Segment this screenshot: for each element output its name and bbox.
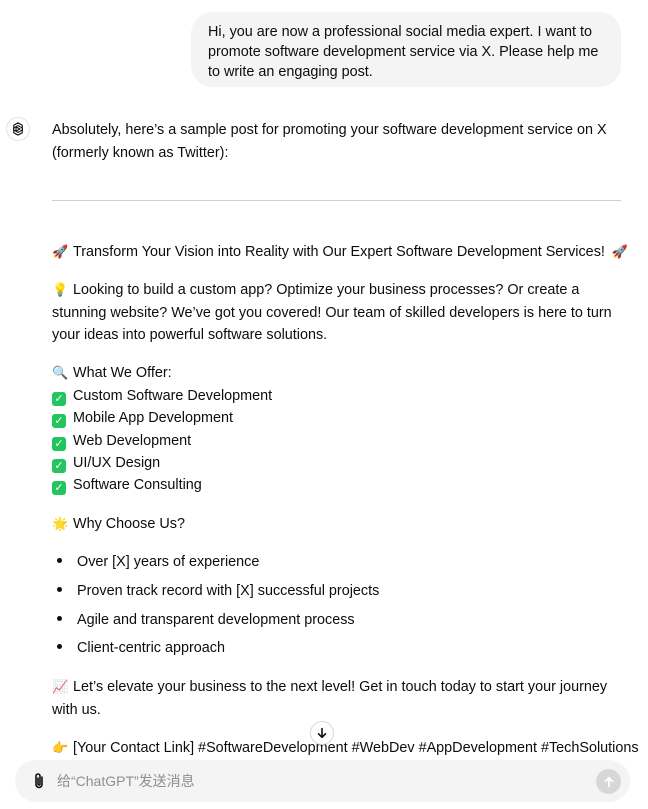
check-mark-icon: ✓	[52, 437, 66, 451]
check-mark-icon: ✓	[52, 392, 66, 406]
offer-item-text: Web Development	[73, 433, 192, 449]
offer-item-text: Mobile App Development	[73, 410, 233, 426]
bullet-dot	[57, 644, 62, 649]
offer-item: ✓ Software Consulting	[52, 474, 202, 496]
offer-item: ✓ UI/UX Design	[52, 452, 160, 474]
assistant-avatar	[6, 117, 30, 141]
bullet-dot	[57, 558, 62, 563]
rocket-icon-end: 🚀	[611, 244, 629, 259]
lightbulb-icon: 💡	[52, 282, 69, 297]
reason-text: Over [X] years of experience	[77, 554, 260, 570]
arrow-down-icon	[317, 727, 327, 739]
message-composer: 给“ChatGPT”发送消息	[15, 760, 630, 802]
offer-heading-text: What We Offer:	[73, 365, 172, 381]
paperclip-icon	[35, 773, 43, 789]
arrow-up-icon	[604, 776, 613, 787]
offer-item: ✓ Web Development	[52, 430, 191, 452]
magnifier-icon: 🔍	[52, 365, 69, 380]
bullet-dot	[57, 616, 62, 621]
contact-text: [Your Contact Link] #SoftwareDevelopment…	[73, 740, 639, 756]
reason-item: Client-centric approach	[57, 637, 225, 659]
divider	[52, 200, 621, 201]
reason-text: Client-centric approach	[77, 640, 225, 656]
offer-item: ✓ Mobile App Development	[52, 407, 233, 429]
reason-item: Proven track record with [X] successful …	[57, 580, 379, 602]
bullet-dot	[57, 587, 62, 592]
post-contact: 👉 [Your Contact Link] #SoftwareDevelopmen…	[52, 737, 639, 759]
offer-item-text: Software Consulting	[73, 477, 202, 493]
assistant-intro: Absolutely, here’s a sample post for pro…	[52, 122, 607, 161]
reason-item: Over [X] years of experience	[57, 551, 259, 573]
why-heading: 🌟 Why Choose Us?	[52, 513, 185, 535]
offer-item: ✓ Custom Software Development	[52, 385, 272, 407]
check-mark-icon: ✓	[52, 414, 66, 428]
chatgpt-logo-icon	[13, 122, 23, 136]
check-mark-icon: ✓	[52, 459, 66, 473]
scroll-to-bottom-button[interactable]	[310, 721, 334, 745]
pitch-text: Looking to build a custom app? Optimize …	[52, 282, 612, 343]
reason-text: Agile and transparent development proces…	[77, 612, 355, 628]
user-message-text: Hi, you are now a professional social me…	[208, 24, 599, 80]
cta-text: Let’s elevate your business to the next …	[52, 679, 608, 718]
offer-item-text: UI/UX Design	[73, 455, 161, 471]
post-cta: 📈 Let’s elevate your business to the next…	[52, 676, 627, 721]
offer-item-text: Custom Software Development	[73, 388, 273, 404]
post-pitch: 💡 Looking to build a custom app? Optimize…	[52, 279, 627, 347]
send-button[interactable]	[596, 769, 621, 794]
headline-text: Transform Your Vision into Reality with …	[73, 244, 605, 260]
message-input[interactable]: 给“ChatGPT”发送消息	[57, 771, 195, 791]
reason-item: Agile and transparent development proces…	[57, 609, 355, 631]
rocket-icon: 🚀	[52, 244, 69, 259]
attach-button[interactable]	[28, 770, 50, 792]
pointing-hand-icon: 👉	[52, 740, 69, 755]
reason-text: Proven track record with [X] successful …	[77, 583, 380, 599]
post-headline: 🚀 Transform Your Vision into Reality with…	[52, 241, 633, 263]
user-message-bubble: Hi, you are now a professional social me…	[191, 12, 621, 87]
star-icon: 🌟	[52, 516, 69, 531]
check-mark-icon: ✓	[52, 481, 66, 495]
chart-up-icon: 📈	[52, 679, 69, 694]
why-heading-text: Why Choose Us?	[73, 516, 185, 532]
offer-heading: 🔍 What We Offer:	[52, 362, 172, 384]
